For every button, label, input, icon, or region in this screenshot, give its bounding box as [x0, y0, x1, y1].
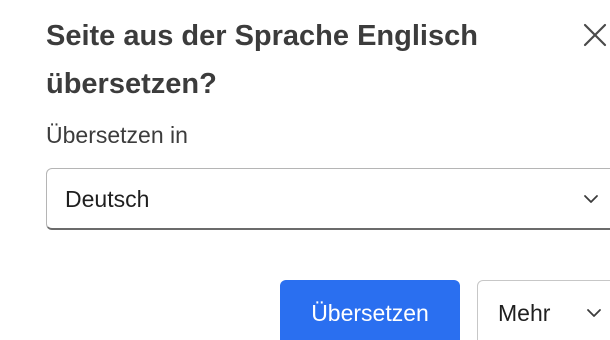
close-button[interactable] [578, 18, 610, 50]
translate-button[interactable]: Übersetzen [280, 280, 460, 340]
selected-language: Deutsch [65, 186, 150, 212]
translate-dialog: Seite aus der Sprache Englisch übersetze… [0, 0, 610, 340]
more-button-label: Mehr [498, 300, 551, 326]
close-icon [583, 23, 607, 47]
chevron-down-icon [583, 191, 599, 212]
target-language-select[interactable]: Deutsch [46, 168, 610, 230]
chevron-down-icon [586, 305, 602, 326]
target-language-label: Übersetzen in [46, 122, 188, 148]
dialog-title: Seite aus der Sprache Englisch übersetze… [46, 20, 478, 100]
more-button[interactable]: Mehr [477, 280, 610, 340]
